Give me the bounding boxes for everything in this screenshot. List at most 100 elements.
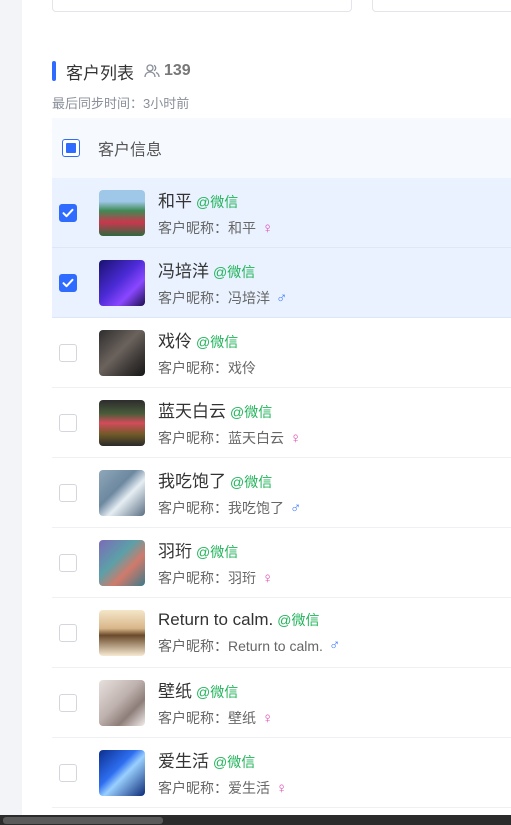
wechat-tag: @微信 (196, 544, 239, 560)
avatar (99, 399, 145, 446)
nickname-label: 客户昵称： (158, 500, 228, 516)
female-icon: ♀ (262, 219, 274, 237)
customer-name: 蓝天白云 (158, 402, 226, 421)
wechat-tag: @微信 (196, 194, 239, 210)
female-icon: ♀ (276, 779, 288, 797)
customer-info: 蓝天白云 @微信 客户昵称： 蓝天白云 ♀ (158, 397, 301, 448)
male-icon: ♂ (276, 289, 288, 307)
last-sync-time: 最后同步时间：3小时前 (52, 96, 190, 111)
wechat-tag: @微信 (230, 404, 273, 420)
nickname-label: 客户昵称： (158, 637, 228, 654)
wechat-tag: @微信 (196, 684, 239, 700)
table-row[interactable]: 羽珩 @微信 客户昵称： 羽珩 ♀ (52, 528, 511, 598)
scrollbar-thumb[interactable] (3, 817, 163, 824)
users-icon (144, 64, 160, 78)
customer-info: 羽珩 @微信 客户昵称： 羽珩 ♀ (158, 537, 273, 588)
filter-bar (22, 0, 511, 12)
customer-name: 戏伶 (158, 332, 192, 351)
customer-name: 爱生活 (158, 752, 209, 771)
avatar (99, 679, 145, 726)
nickname-label: 客户昵称： (158, 710, 228, 726)
table-row[interactable]: 爱生活 @微信 客户昵称： 爱生活 ♀ (52, 738, 511, 808)
table-row[interactable]: 和平 @微信 客户昵称： 和平 ♀ (52, 178, 511, 248)
customer-nickname: 戏伶 (228, 360, 256, 376)
customer-count: 139 (144, 62, 191, 80)
nickname-label: 客户昵称： (158, 780, 228, 796)
row-checkbox[interactable] (59, 413, 77, 432)
customer-nickname: 爱生活 (228, 780, 270, 796)
row-checkbox[interactable] (59, 273, 77, 292)
nickname-label: 客户昵称： (158, 290, 228, 306)
customer-info: 和平 @微信 客户昵称： 和平 ♀ (158, 187, 273, 238)
customer-name: 壁纸 (158, 682, 192, 701)
customer-nickname: Return to calm. (228, 637, 323, 654)
avatar (99, 539, 145, 586)
nickname-label: 客户昵称： (158, 360, 228, 376)
customer-count-value: 139 (164, 62, 191, 79)
customer-table: 客户信息 和平 @微信 客户昵称： 和平 ♀ 冯培洋 @微信 客户昵称： 冯培洋 ♂ 戏伶 @微信 客户… (52, 118, 511, 808)
customer-info: 我吃饱了 @微信 客户昵称： 我吃饱了 ♂ (158, 467, 301, 518)
avatar (99, 749, 145, 796)
row-checkbox[interactable] (59, 483, 77, 502)
customer-nickname: 我吃饱了 (228, 500, 284, 516)
table-row[interactable]: 冯培洋 @微信 客户昵称： 冯培洋 ♂ (52, 248, 511, 318)
customer-info: 戏伶 @微信 客户昵称： 戏伶 (158, 327, 256, 378)
wechat-tag: @微信 (230, 474, 273, 490)
customer-name: 我吃饱了 (158, 472, 226, 491)
column-header-customer-info: 客户信息 (98, 142, 163, 159)
customer-name: Return to calm. (158, 609, 274, 629)
female-icon: ♀ (262, 569, 274, 587)
page-title: 客户列表 (66, 63, 134, 83)
section-header: 客户列表 139 (52, 60, 191, 83)
female-icon: ♀ (290, 429, 302, 447)
avatar (99, 469, 145, 516)
check-icon (62, 278, 74, 287)
nickname-label: 客户昵称： (158, 430, 228, 446)
wechat-tag: @微信 (196, 334, 239, 350)
title-accent-bar (52, 61, 56, 81)
select-all-checkbox[interactable] (62, 139, 80, 157)
table-row[interactable]: Return to calm. @微信 客户昵称： Return to calm. ♂ (52, 598, 511, 668)
avatar (99, 259, 145, 306)
customer-info: 爱生活 @微信 客户昵称： 爱生活 ♀ (158, 747, 287, 798)
row-checkbox[interactable] (59, 763, 77, 782)
check-icon (62, 208, 74, 217)
customer-info: Return to calm. @微信 客户昵称： Return to calm. ♂ (158, 610, 340, 656)
customer-info: 壁纸 @微信 客户昵称： 壁纸 ♀ (158, 677, 273, 728)
customer-name: 和平 (158, 192, 192, 211)
table-row[interactable]: 我吃饱了 @微信 客户昵称： 我吃饱了 ♂ (52, 458, 511, 528)
customer-name: 羽珩 (158, 542, 192, 561)
customer-panel: 客户列表 139 最后同步时间：3小时前 客户信息 和平 @微信 客户昵称： 和平 ♀ 冯… (22, 0, 511, 815)
customer-info: 冯培洋 @微信 客户昵称： 冯培洋 ♂ (158, 257, 287, 308)
filter-input-1[interactable] (52, 0, 352, 12)
wechat-tag: @微信 (213, 754, 256, 770)
table-row[interactable]: 蓝天白云 @微信 客户昵称： 蓝天白云 ♀ (52, 388, 511, 458)
row-checkbox[interactable] (59, 343, 77, 362)
wechat-tag: @微信 (277, 611, 320, 628)
customer-nickname: 和平 (228, 220, 256, 236)
female-icon: ♀ (262, 709, 274, 727)
avatar (99, 329, 145, 376)
customer-nickname: 壁纸 (228, 710, 256, 726)
nickname-label: 客户昵称： (158, 220, 228, 236)
table-header: 客户信息 (52, 118, 511, 178)
customer-name: 冯培洋 (158, 262, 209, 281)
customer-nickname: 羽珩 (228, 570, 256, 586)
avatar (99, 189, 145, 236)
row-checkbox[interactable] (59, 553, 77, 572)
row-checkbox[interactable] (59, 203, 77, 222)
row-checkbox[interactable] (59, 693, 77, 712)
male-icon: ♂ (290, 499, 302, 517)
table-row[interactable]: 壁纸 @微信 客户昵称： 壁纸 ♀ (52, 668, 511, 738)
filter-input-2[interactable] (372, 0, 511, 12)
row-checkbox[interactable] (59, 623, 77, 642)
table-row[interactable]: 戏伶 @微信 客户昵称： 戏伶 (52, 318, 511, 388)
left-sidebar-edge (0, 0, 22, 815)
wechat-tag: @微信 (213, 264, 256, 280)
table-body: 和平 @微信 客户昵称： 和平 ♀ 冯培洋 @微信 客户昵称： 冯培洋 ♂ 戏伶 @微信 客户昵称： 戏伶… (52, 178, 511, 808)
customer-nickname: 冯培洋 (228, 290, 270, 306)
avatar (99, 609, 145, 656)
male-icon: ♂ (328, 637, 341, 654)
nickname-label: 客户昵称： (158, 570, 228, 586)
customer-nickname: 蓝天白云 (228, 430, 284, 446)
